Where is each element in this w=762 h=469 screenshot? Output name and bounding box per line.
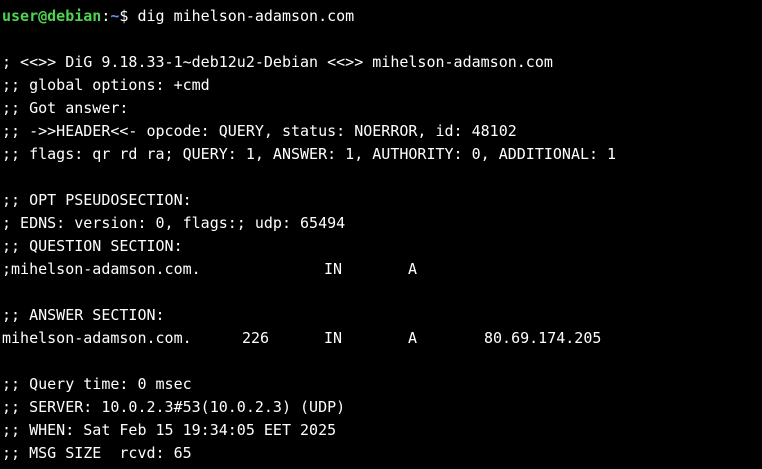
when-line: ;; WHEN: Sat Feb 15 19:34:05 EET 2025 [2,421,337,439]
answer-name: mihelson-adamson.com. [2,329,192,347]
query-time: ;; Query time: 0 msec [2,375,192,393]
got-answer: ;; Got answer: [2,99,129,117]
question-class: IN [324,260,343,278]
question-section-heading: ;; QUESTION SECTION: [2,237,183,255]
msg-size-line: ;; MSG SIZE rcvd: 65 [2,444,192,462]
opt-pseudosection-heading: ;; OPT PSEUDOSECTION: [2,191,192,209]
prompt-line: user@debian:~$ dig mihelson-adamson.com [2,5,762,28]
global-options: ;; global options: +cmd [2,76,210,94]
prompt-user-host: user@debian [2,7,102,25]
question-type: A [408,260,418,278]
edns-line: ; EDNS: version: 0, flags:; udp: 65494 [2,214,346,232]
answer-address: 80.69.174.205 [484,329,602,347]
command-text: dig mihelson-adamson.com [137,7,355,25]
answer-section-heading: ;; ANSWER SECTION: [2,306,165,324]
answer-class: IN [324,329,343,347]
answer-type: A [408,329,418,347]
question-record: ;mihelson-adamson.com. IN A [2,258,762,281]
question-name: ;mihelson-adamson.com. [2,260,201,278]
prompt-symbol: $ [119,7,138,25]
answer-record: mihelson-adamson.com. 226 IN A 80.69.174.205 [2,327,762,350]
header-line: ;; ->>HEADER<<- opcode: QUERY, status: N… [2,122,517,140]
server-line: ;; SERVER: 10.0.2.3#53(10.0.2.3) (UDP) [2,398,346,416]
flags-line: ;; flags: qr rd ra; QUERY: 1, ANSWER: 1,… [2,145,617,163]
answer-ttl: 226 [242,329,270,347]
dig-banner: ; <<>> DiG 9.18.33-1~deb12u2-Debian <<>>… [2,53,553,71]
terminal-window[interactable]: user@debian:~$ dig mihelson-adamson.com … [0,0,762,469]
